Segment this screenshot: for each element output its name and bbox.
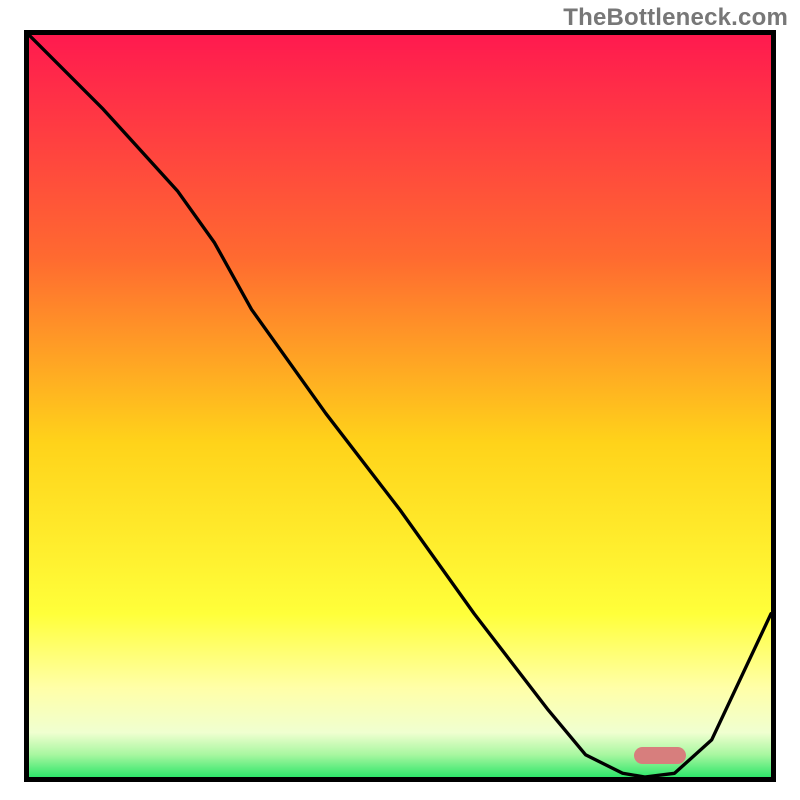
bottleneck-curve: [29, 35, 771, 777]
plot-frame: [24, 30, 776, 782]
curve-layer: [29, 35, 771, 777]
chart-container: TheBottleneck.com: [0, 0, 800, 800]
optimum-marker: [634, 747, 686, 763]
watermark-label: TheBottleneck.com: [563, 4, 788, 32]
